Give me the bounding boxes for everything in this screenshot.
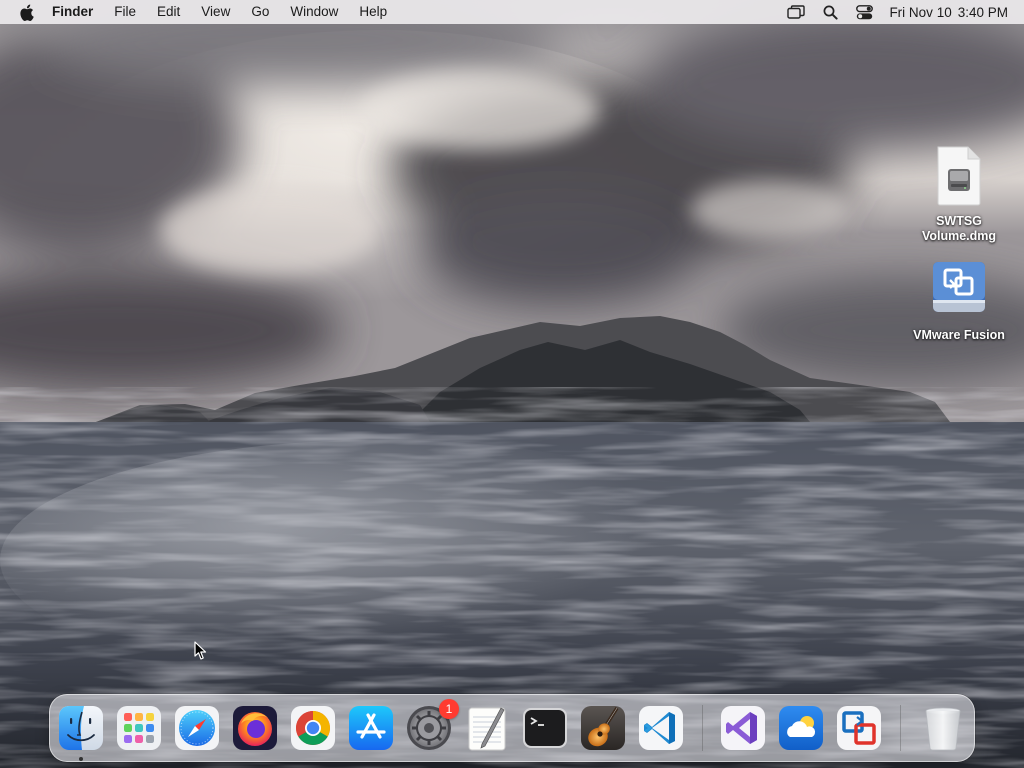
running-indicator	[79, 757, 83, 761]
trash-icon	[925, 707, 961, 751]
spotlight-search-icon[interactable]	[813, 0, 847, 24]
clock-date: Fri Nov 10	[889, 4, 952, 20]
dock-app-vscode[interactable]	[637, 704, 685, 752]
screen-mirroring-icon[interactable]	[779, 0, 813, 24]
desktop-wallpaper	[0, 0, 1024, 768]
dock-app-garageband[interactable]	[579, 704, 627, 752]
dock-app-vmware-fusion[interactable]	[835, 704, 883, 752]
chrome-icon	[291, 706, 335, 750]
dock-app-system-settings[interactable]: 1	[405, 699, 459, 752]
dock-app-textedit[interactable]	[463, 704, 511, 752]
menubar-clock[interactable]: Fri Nov 10 3:40 PM	[889, 5, 1008, 20]
control-center-icon[interactable]	[847, 0, 881, 24]
menu-bar: Finder File Edit View Go Window Help Fri…	[0, 0, 1024, 24]
visual-studio-icon	[721, 706, 765, 750]
garageband-icon	[581, 706, 625, 750]
dock-app-chrome[interactable]	[289, 704, 337, 752]
finder-icon	[59, 706, 103, 750]
dock-app-trash[interactable]	[919, 704, 967, 752]
notification-badge: 1	[439, 699, 459, 719]
dock-app-weather[interactable]	[777, 704, 825, 752]
menu-edit[interactable]: Edit	[147, 0, 191, 24]
apple-menu-icon[interactable]	[6, 0, 46, 24]
terminal-icon	[523, 708, 567, 748]
desktop-icon-label: SWTSG Volume.dmg	[921, 214, 997, 243]
firefox-icon	[233, 706, 277, 750]
desktop-icon-vmware-fusion[interactable]: VMware Fusion	[909, 258, 1009, 343]
desktop-icon-label: VMware Fusion	[913, 328, 1005, 342]
dock-app-visual-studio[interactable]	[719, 704, 767, 752]
disk-image-icon	[929, 144, 989, 208]
dock-app-launchpad[interactable]	[115, 704, 163, 752]
launchpad-icon	[117, 706, 161, 750]
desktop-icon-swtsg-volume[interactable]: SWTSG Volume.dmg	[909, 144, 1009, 244]
dock: 1	[49, 694, 975, 762]
clock-time: 3:40 PM	[957, 4, 1008, 20]
dock-app-firefox[interactable]	[231, 704, 279, 752]
vmware-fusion-icon	[837, 706, 881, 750]
menu-app-finder[interactable]: Finder	[46, 0, 104, 24]
dock-app-terminal[interactable]	[521, 704, 569, 752]
dock-app-finder[interactable]	[57, 704, 105, 761]
mouse-cursor-icon	[194, 641, 207, 660]
app-store-icon	[349, 706, 393, 750]
dock-app-app-store[interactable]	[347, 704, 395, 752]
menu-view[interactable]: View	[191, 0, 241, 24]
menu-window[interactable]: Window	[280, 0, 349, 24]
vscode-icon	[639, 706, 683, 750]
menu-go[interactable]: Go	[241, 0, 280, 24]
textedit-icon	[468, 707, 506, 751]
vmware-fusion-volume-icon	[929, 258, 989, 322]
dock-separator	[900, 705, 901, 751]
menu-extras: Fri Nov 10 3:40 PM	[779, 0, 1024, 24]
menu-file[interactable]: File	[104, 0, 147, 24]
dock-app-safari[interactable]	[173, 704, 221, 752]
safari-icon	[175, 706, 219, 750]
weather-icon	[779, 706, 823, 750]
menu-help[interactable]: Help	[349, 0, 398, 24]
dock-separator	[702, 705, 703, 751]
